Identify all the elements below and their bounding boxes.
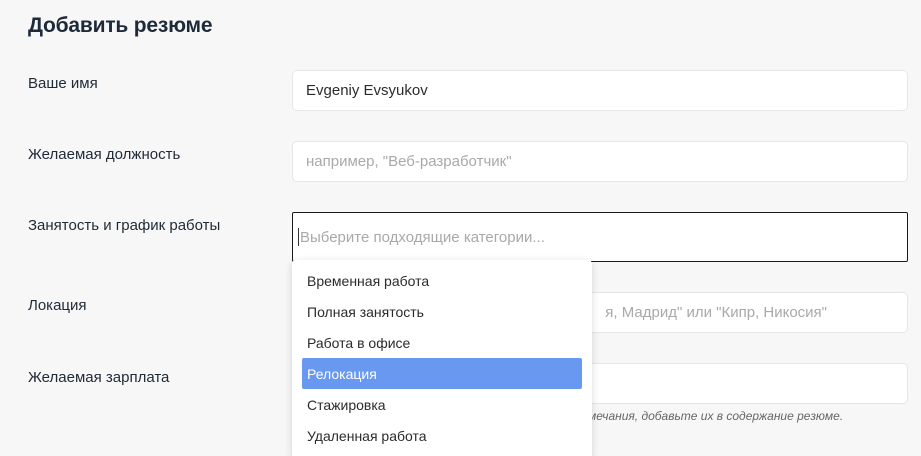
dropdown-option-label: Стажировка	[307, 396, 386, 413]
dropdown-option-label: Релокация	[307, 365, 377, 382]
employment-dropdown: Временная работа Полная занятость Работа…	[292, 260, 592, 456]
name-label: Ваше имя	[28, 75, 98, 92]
salary-hint: мечания, добавьте их в содержание резюме…	[588, 409, 844, 423]
position-input[interactable]: например, "Веб-разработчик"	[292, 141, 908, 182]
dropdown-option-relocation[interactable]: Релокация	[302, 358, 582, 389]
position-input-placeholder: например, "Веб-разработчик"	[306, 153, 512, 170]
dropdown-option-internship[interactable]: Стажировка	[302, 389, 582, 420]
dropdown-option-office[interactable]: Работа в офисе	[302, 327, 582, 358]
employment-select[interactable]: Выберите подходящие категории...	[292, 212, 908, 262]
location-input-placeholder: я, Мадрид" или "Кипр, Никосия"	[605, 304, 827, 321]
employment-select-placeholder: Выберите подходящие категории...	[300, 228, 545, 246]
dropdown-option-full-time[interactable]: Полная занятость	[302, 296, 582, 327]
dropdown-option-label: Удаленная работа	[307, 427, 427, 444]
dropdown-option-temporary[interactable]: Временная работа	[302, 265, 582, 296]
position-label: Желаемая должность	[28, 146, 181, 163]
text-caret	[298, 228, 299, 246]
dropdown-option-remote[interactable]: Удаленная работа	[302, 420, 582, 451]
salary-label: Желаемая зарплата	[28, 369, 170, 386]
name-input[interactable]: Evgeniy Evsyukov	[292, 70, 908, 111]
dropdown-option-label: Временная работа	[307, 272, 430, 289]
add-resume-page: Добавить резюме Ваше имя Evgeniy Evsyuko…	[0, 0, 921, 456]
location-label: Локация	[28, 297, 87, 314]
dropdown-option-label: Полная занятость	[307, 303, 424, 320]
page-title: Добавить резюме	[28, 14, 213, 37]
name-input-value: Evgeniy Evsyukov	[306, 82, 428, 99]
employment-label: Занятость и график работы	[28, 217, 221, 234]
dropdown-option-label: Работа в офисе	[307, 334, 411, 351]
